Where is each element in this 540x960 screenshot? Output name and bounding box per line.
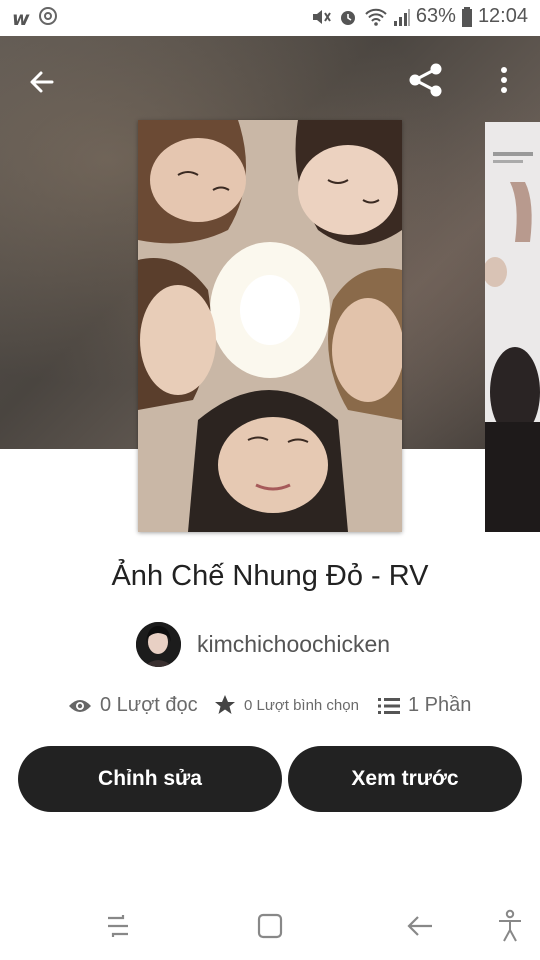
parts-count: 1 Phần — [408, 694, 472, 716]
star-icon — [215, 695, 235, 714]
share-icon — [409, 63, 442, 97]
more-options-button[interactable] — [486, 58, 522, 102]
alarm-icon — [337, 6, 359, 28]
status-bar-right: 63% 12:04 — [310, 5, 528, 28]
reads-count: 0 Lượt đọc — [100, 694, 198, 716]
sync-icon — [38, 6, 58, 31]
story-cover-image[interactable] — [138, 120, 402, 532]
more-vertical-icon — [501, 67, 507, 93]
author-name: kimchichoochicken — [197, 631, 391, 657]
votes-stat: 0 Lượt bình chọn — [214, 694, 359, 716]
list-icon — [378, 697, 400, 714]
arrow-left-icon — [30, 71, 54, 93]
clock-time: 12:04 — [477, 5, 528, 27]
parts-stat: 1 Phần — [378, 694, 471, 717]
home-square-icon — [257, 913, 283, 939]
author-avatar — [136, 622, 181, 667]
cover-photo — [138, 120, 402, 532]
preview-button[interactable]: Xem trước — [288, 746, 522, 812]
edit-button[interactable]: Chỉnh sửa — [18, 746, 282, 812]
eye-icon — [69, 699, 91, 712]
status-bar-left: w — [12, 6, 58, 31]
wattpad-notification-icon: w — [12, 7, 30, 30]
accessibility-icon — [499, 909, 521, 942]
reads-stat: 0 Lượt đọc — [68, 694, 198, 717]
recent-apps-icon — [108, 915, 128, 937]
home-button[interactable] — [250, 908, 290, 944]
story-stats: 0 Lượt đọc 0 Lượt bình chọn 1 Phần — [0, 694, 540, 724]
system-back-button[interactable] — [400, 908, 440, 944]
story-title: Ảnh Chế Nhung Đỏ - RV — [111, 560, 429, 592]
accessibility-button[interactable] — [490, 908, 530, 944]
recent-apps-button[interactable] — [98, 908, 138, 944]
votes-count: 0 Lượt bình chọn — [244, 696, 359, 714]
mute-icon — [310, 6, 332, 28]
share-button[interactable] — [404, 58, 448, 102]
next-cover-photo — [485, 122, 540, 532]
signal-icon — [393, 7, 411, 27]
system-back-icon — [407, 916, 432, 936]
battery-percent: 63% — [415, 5, 456, 27]
wifi-icon — [364, 7, 388, 27]
status-bar: w 63% 12:04 — [0, 0, 540, 36]
battery-icon — [461, 6, 473, 28]
next-story-cover[interactable] — [485, 122, 540, 532]
system-nav-bar — [0, 890, 540, 960]
back-button[interactable] — [20, 60, 64, 104]
author-link[interactable]: kimchichoochicken — [136, 622, 390, 667]
